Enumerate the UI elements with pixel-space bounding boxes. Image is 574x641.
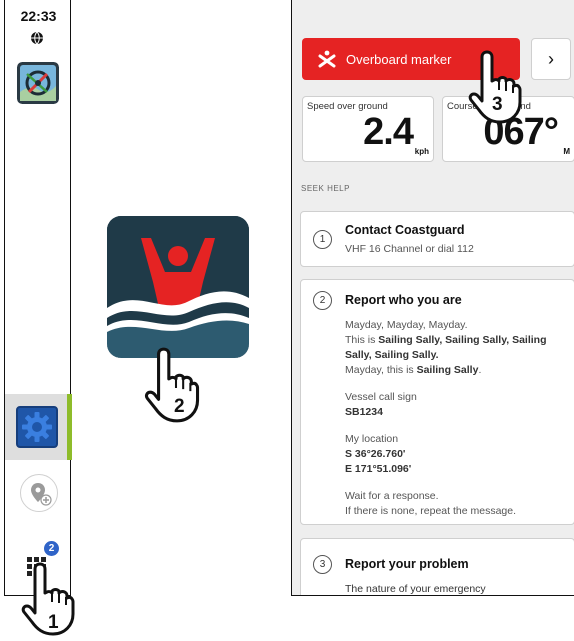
latitude: S 36°26.760'	[345, 448, 406, 460]
call-sign-value: SB1234	[345, 406, 383, 418]
tap-hand-3-icon	[468, 50, 522, 124]
call-sign-block: Vessel call sign SB1234	[345, 390, 566, 420]
step-number: 1	[313, 230, 332, 249]
callout-number-3: 3	[492, 94, 503, 115]
cog-unit: M	[563, 147, 570, 156]
mayday-line-3: Mayday, this is Sailing Sally.	[345, 364, 482, 376]
step-number: 3	[313, 555, 332, 574]
step-card-1[interactable]: 1 Contact Coastguard VHF 16 Channel or d…	[300, 211, 574, 267]
mayday-line-1: Mayday, Mayday, Mayday.	[345, 319, 468, 331]
mayday-line-2: This is Sailing Sally, Sailing Sally, Sa…	[345, 334, 547, 361]
callout-number-1: 1	[48, 612, 59, 633]
call-sign-label: Vessel call sign	[345, 391, 417, 403]
sog-unit: kph	[414, 147, 429, 156]
callout-number-2: 2	[174, 396, 185, 417]
longitude: E 171°51.096'	[345, 463, 412, 475]
step-number: 2	[313, 291, 332, 310]
step-title: Report who you are	[345, 293, 462, 307]
settings-gear-icon[interactable]	[16, 406, 58, 448]
overboard-marker-label: Overboard marker	[346, 51, 452, 67]
chart-app-icon[interactable]	[17, 62, 59, 104]
speed-over-ground-tile: Speed over ground 2.4 kph	[302, 96, 434, 162]
wait-line-1: Wait for a response.	[345, 490, 439, 502]
step-title: Report your problem	[345, 557, 469, 571]
notification-badge: 2	[44, 541, 59, 556]
wait-line-2: If there is none, repeat the message.	[345, 505, 517, 517]
chevron-right-icon: ›	[548, 48, 554, 69]
step-card-2[interactable]: 2 Report who you are Mayday, Mayday, May…	[300, 279, 574, 525]
seek-help-heading: SEEK HELP	[301, 184, 350, 193]
location-block: My location S 36°26.760' E 171°51.096'	[345, 432, 566, 477]
left-sidebar: 22:33 2	[4, 0, 72, 596]
step-subtitle: The nature of your emergency	[345, 583, 486, 595]
overboard-x-icon	[318, 50, 336, 68]
step-card-3[interactable]: 3 Report your problem The nature of your…	[300, 538, 574, 595]
instruction-figure: 22:33 2 Overboard marker › Speed over gr…	[0, 0, 574, 641]
location-label: My location	[345, 433, 399, 445]
wait-instructions: Wait for a response. If there is none, r…	[345, 489, 566, 519]
add-waypoint-icon[interactable]	[20, 474, 58, 512]
step-title: Contact Coastguard	[345, 223, 465, 237]
step-text: VHF 16 Channel or dial 112	[345, 243, 474, 255]
mayday-script: Mayday, Mayday, Mayday. This is Sailing …	[345, 318, 566, 378]
status-time: 22:33	[20, 8, 57, 24]
settings-slot	[5, 394, 72, 460]
next-button[interactable]: ›	[531, 38, 571, 80]
sog-value: 2.4	[363, 111, 414, 153]
man-overboard-app-icon[interactable]	[107, 216, 249, 358]
globe-icon	[31, 31, 43, 45]
